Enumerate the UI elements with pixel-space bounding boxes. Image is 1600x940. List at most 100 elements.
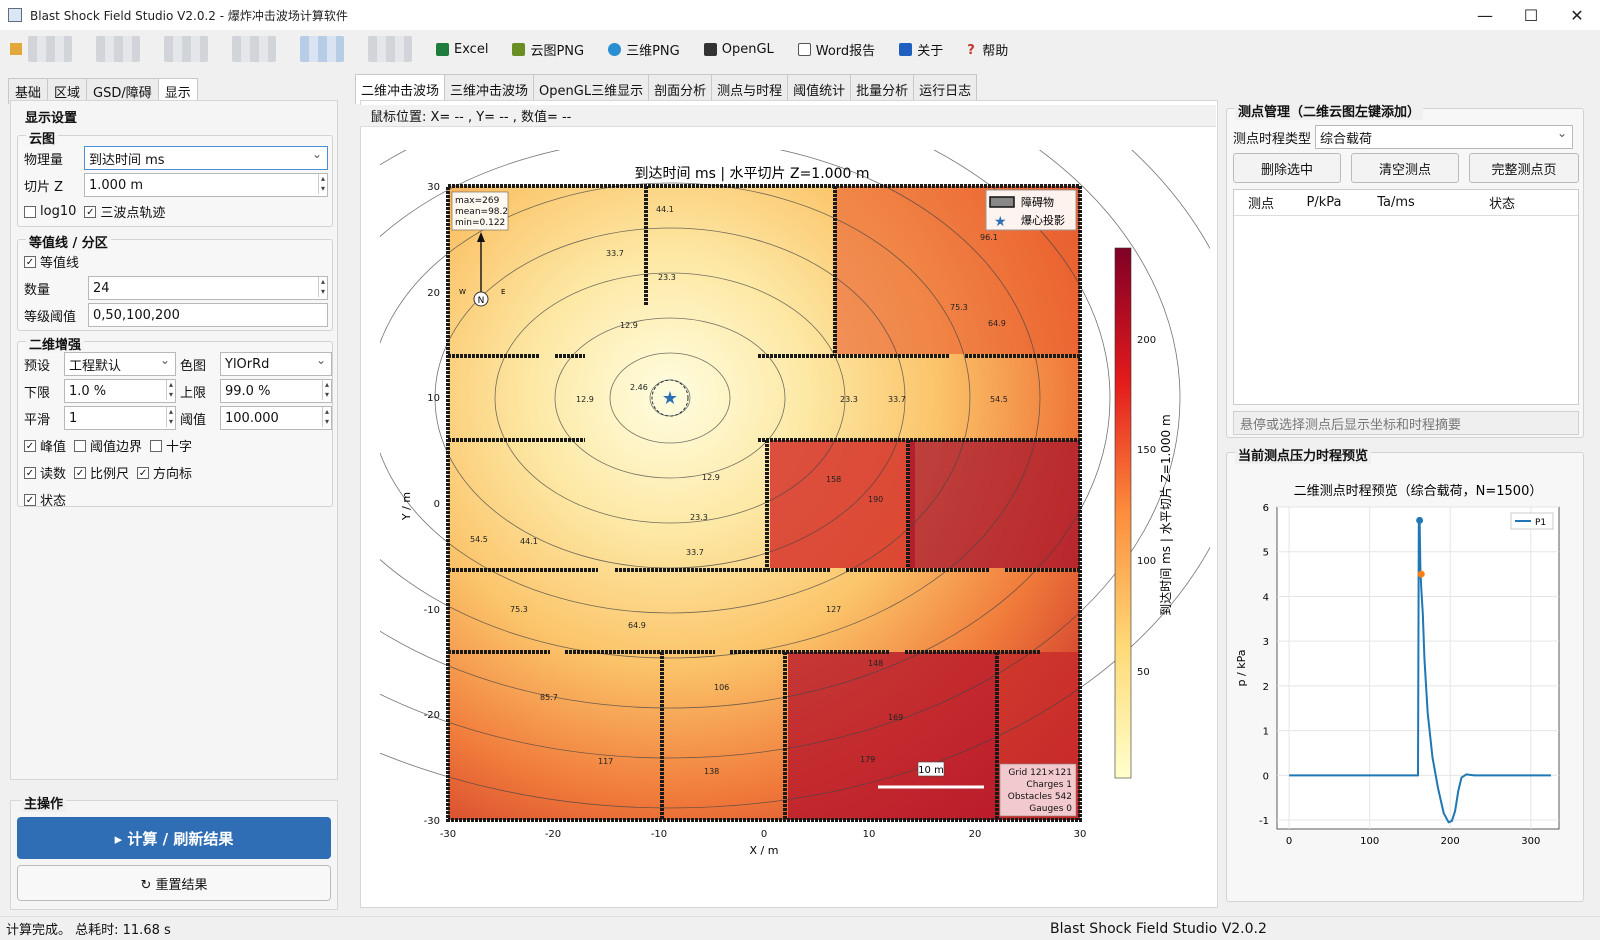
svg-text:169: 169 [888, 713, 903, 722]
maximize-button[interactable]: ☐ [1508, 0, 1554, 30]
toolbar-hidden-button[interactable] [232, 36, 276, 62]
chart-y-tick: -1 [1259, 816, 1269, 827]
scalebar-checkbox[interactable]: ✓ 比例尺 [74, 463, 129, 482]
hot-room [770, 440, 915, 568]
svg-text:20: 20 [969, 829, 982, 840]
gauge-table[interactable]: 测点 P/kPa Ta/ms 状态 [1233, 189, 1579, 405]
toolbar-hidden-button[interactable] [368, 36, 412, 62]
svg-text:-20: -20 [424, 710, 440, 721]
colorbar-label: 到达时间 ms | 水平切片 Z=1.000 m [1159, 414, 1173, 615]
svg-text:30: 30 [1074, 829, 1087, 840]
compute-button[interactable]: ▸ 计算 / 刷新结果 [17, 817, 331, 859]
chart-y-label: p / kPa [1235, 650, 1248, 687]
svg-text:12.9: 12.9 [620, 321, 638, 330]
threshold-label: 阈值 [180, 412, 207, 428]
full-gauge-page-button[interactable]: 完整测点页 [1469, 153, 1579, 183]
window-title: Blast Shock Field Studio V2.0.2 - 爆炸冲击波场… [30, 8, 348, 23]
slice-z-label: 切片 Z [24, 179, 64, 195]
svg-text:106: 106 [714, 683, 729, 692]
toolbar-hidden-button[interactable] [28, 36, 72, 62]
reset-button[interactable]: ↻ 重置结果 [17, 865, 331, 901]
chart-legend-label: P1 [1535, 518, 1546, 528]
svg-text:200: 200 [1137, 335, 1156, 346]
status-checkbox[interactable]: ✓ 状态 [24, 490, 66, 509]
clear-gauges-button[interactable]: 清空测点 [1351, 153, 1459, 183]
y-axis-ticks: 30 20 10 0 -10 -20 -30 [424, 182, 440, 827]
cloud-png-button[interactable]: 云图PNG [512, 40, 584, 59]
toolbar-hidden-button[interactable] [164, 36, 208, 62]
pressure-time-chart[interactable]: 二维测点时程预览（综合载荷，N=1500） 6 5 4 3 2 1 0 -1 0 100 200 300… [1229, 467, 1579, 897]
contour-checkbox[interactable]: ✓ 等值线 [24, 252, 79, 271]
crosshair-checkbox[interactable]: 十字 [150, 436, 192, 455]
folder-icon[interactable] [10, 43, 22, 55]
svg-text:64.9: 64.9 [628, 621, 646, 630]
triple-point-checkbox[interactable]: ✓ 三波点轨迹 [84, 202, 165, 221]
enhance-group: 二维增强 预设 工程默认 色图 YlOrRd 下限 1.0 % 上限 99.0 … [17, 334, 333, 509]
compass-west: W [459, 288, 466, 296]
quantity-select[interactable]: 到达时间 ms [84, 146, 328, 170]
smooth-label: 平滑 [24, 412, 51, 428]
about-button[interactable]: 关于 [899, 40, 943, 59]
preset-select[interactable]: 工程默认 [64, 352, 176, 376]
col-arrival-time[interactable]: Ta/ms [1360, 195, 1432, 210]
title-bar: Blast Shock Field Studio V2.0.2 - 爆炸冲击波场… [0, 0, 1600, 30]
svg-text:10: 10 [863, 829, 876, 840]
gauge-management-title: 测点管理（二维云图左键添加） [1235, 101, 1424, 120]
status-bar: 计算完成。 总耗时: 11.68 s Blast Shock Field Stu… [0, 916, 1600, 940]
display-settings-panel: 显示设置 云图 物理量 到达时间 ms 切片 Z 1.000 m log10 ✓… [10, 100, 338, 780]
svg-text:23.3: 23.3 [658, 273, 676, 282]
contour-count-input[interactable]: 24 [88, 276, 328, 300]
scalebar-label: 10 m [918, 765, 944, 776]
svg-text:148: 148 [868, 659, 883, 668]
svg-text:12.9: 12.9 [576, 395, 594, 404]
threshold-input[interactable]: 100.000 [220, 406, 332, 430]
svg-text:44.1: 44.1 [656, 205, 674, 214]
log10-checkbox[interactable]: log10 [24, 204, 76, 219]
chart-y-tick: 1 [1263, 727, 1269, 738]
status-text: 计算完成。 总耗时: 11.68 s [6, 923, 171, 938]
document-icon [797, 42, 811, 56]
stat-mean: mean=98.2 [455, 207, 508, 217]
quantity-label: 物理量 [24, 152, 64, 168]
help-button[interactable]: ? 帮助 [967, 40, 1008, 59]
excel-button[interactable]: Excel [436, 42, 488, 57]
charge-star-icon[interactable]: ★ [662, 388, 678, 409]
hot-room [788, 652, 998, 820]
svg-text:54.5: 54.5 [470, 535, 488, 544]
field-plot[interactable]: 到达时间 ms | 水平切片 Z=1.000 m ★ 44.1 33.7 23.… [380, 150, 1210, 890]
col-status[interactable]: 状态 [1432, 193, 1572, 212]
toolbar-hidden-button[interactable] [300, 36, 344, 62]
main-ops-title: 主操作 [21, 793, 67, 812]
lower-input[interactable]: 1.0 % [64, 379, 176, 403]
chart-title: 二维测点时程预览（综合载荷，N=1500） [1294, 483, 1543, 499]
svg-text:85.7: 85.7 [540, 693, 558, 702]
gauge-type-label: 测点时程类型 [1233, 131, 1312, 147]
toolbar-hidden-button[interactable] [96, 36, 140, 62]
upper-input[interactable]: 99.0 % [220, 379, 332, 403]
col-gauge[interactable]: 测点 [1234, 193, 1288, 212]
col-pressure[interactable]: P/kPa [1288, 195, 1360, 210]
opengl-button[interactable]: OpenGL [703, 42, 774, 57]
smooth-input[interactable]: 1 [64, 406, 176, 430]
cmap-select[interactable]: YlOrRd [220, 352, 332, 376]
levels-input[interactable]: 0,50,100,200 [88, 303, 328, 327]
word-report-button[interactable]: Word报告 [797, 40, 875, 59]
threshold-boundary-checkbox[interactable]: 阈值边界 [74, 436, 142, 455]
compass-checkbox[interactable]: ✓ 方向标 [137, 463, 192, 482]
gauge-type-select[interactable]: 综合载荷 [1315, 125, 1573, 149]
peak-checkbox[interactable]: ✓ 峰值 [24, 436, 66, 455]
mouse-readout: 鼠标位置: X= -- , Y= -- , 数值= -- [360, 105, 1216, 127]
x-axis-label: X / m [750, 844, 779, 857]
chart-marker-1 [1417, 570, 1425, 578]
legend-star-icon: ★ [994, 214, 1007, 230]
3d-png-button[interactable]: 三维PNG [608, 40, 680, 59]
pressure-preview-group: 当前测点压力时程预览 二维测点时程预览（综合载荷，N=1500） 6 5 4 3 2 1 0 -… [1226, 445, 1584, 902]
svg-text:54.5: 54.5 [990, 395, 1008, 404]
delete-gauge-button[interactable]: 删除选中 [1233, 153, 1341, 183]
readout-checkbox[interactable]: ✓ 读数 [24, 463, 66, 482]
close-button[interactable]: ✕ [1554, 0, 1600, 30]
slice-z-input[interactable]: 1.000 m [84, 173, 328, 197]
svg-text:96.1: 96.1 [980, 233, 998, 242]
svg-text:23.3: 23.3 [690, 513, 708, 522]
minimize-button[interactable]: — [1462, 0, 1508, 30]
